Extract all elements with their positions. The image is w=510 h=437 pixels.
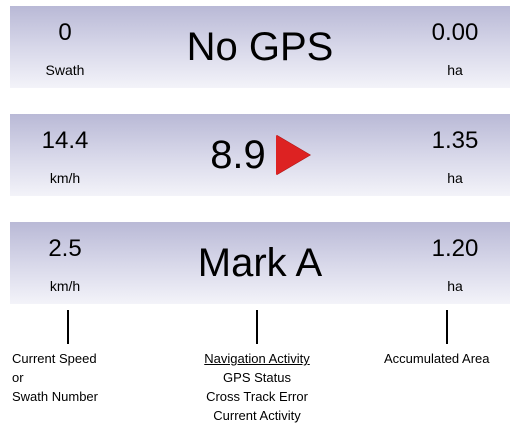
- swath-number-value: 0: [58, 19, 72, 46]
- legend-line: Current Speed: [12, 351, 97, 366]
- cross-track-readout: 8.9: [120, 114, 400, 196]
- legend-line: or: [12, 370, 24, 385]
- gps-status-text: No GPS: [186, 24, 334, 69]
- legend-line: Current Activity: [213, 408, 301, 423]
- speed-unit-label: km/h: [49, 170, 81, 186]
- status-panel-cross-track: 14.4 km/h 8.9 1.35 ha: [10, 114, 510, 196]
- swath-unit-label: Swath: [45, 62, 85, 78]
- area-value: 1.35: [431, 127, 479, 154]
- red-right-arrow-icon: [275, 135, 310, 175]
- legend-line: Swath Number: [12, 389, 98, 404]
- left-legend: Current Speed or Swath Number: [12, 349, 142, 406]
- right-callout-line: [446, 310, 448, 344]
- cross-track-error-value: 8.9: [210, 132, 266, 177]
- legend-heading: Navigation Activity: [204, 351, 310, 366]
- center-legend: Navigation Activity GPS Status Cross Tra…: [172, 349, 342, 425]
- speed-value: 14.4: [41, 127, 89, 154]
- area-unit-label: ha: [447, 170, 463, 186]
- left-callout-line: [67, 310, 69, 344]
- current-activity-text: Mark A: [197, 240, 323, 285]
- speed-unit-label: km/h: [49, 278, 81, 294]
- center-callout-line: [256, 310, 258, 344]
- status-panel-no-gps: 0 Swath No GPS 0.00 ha: [10, 6, 510, 88]
- status-panel-mark: 2.5 km/h Mark A 1.20 ha: [10, 222, 510, 304]
- legend-line: GPS Status: [223, 370, 291, 385]
- right-legend: Accumulated Area: [384, 349, 510, 368]
- legend-line: Cross Track Error: [206, 389, 308, 404]
- legend-line: Accumulated Area: [384, 351, 490, 366]
- guidance-display-legend: 0 Swath No GPS 0.00 ha 14.4 km/h 8.9 1.3…: [0, 0, 510, 437]
- area-unit-label: ha: [447, 278, 463, 294]
- area-value: 0.00: [431, 19, 479, 46]
- area-unit-label: ha: [447, 62, 463, 78]
- area-value: 1.20: [431, 235, 479, 262]
- speed-value: 2.5: [48, 235, 82, 262]
